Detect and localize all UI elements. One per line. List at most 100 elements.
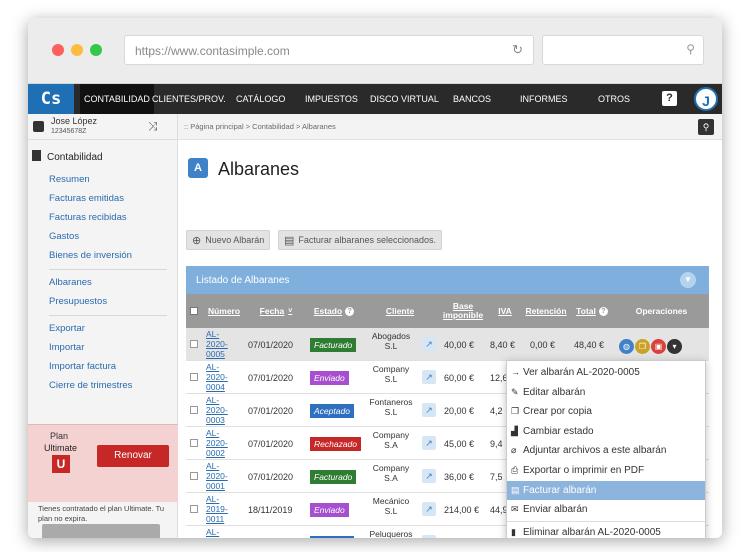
plus-circle-icon: ⊕ xyxy=(192,235,202,247)
url-text: https://www.contasimple.com xyxy=(135,44,290,58)
row-checkbox[interactable] xyxy=(190,505,198,513)
copy-icon[interactable]: ❐ xyxy=(635,339,650,354)
search-icon[interactable]: ⚲ xyxy=(698,119,714,135)
browser-search-field[interactable]: ⚲ xyxy=(542,35,704,65)
help-icon[interactable]: ? xyxy=(598,306,608,316)
nav-catalogo[interactable]: CATÁLOGO xyxy=(236,84,285,114)
sidebar-item-presupuestos[interactable]: Presupuestos xyxy=(49,296,107,307)
client-chart-icon[interactable]: ↗ xyxy=(422,403,436,417)
nav-impuestos[interactable]: IMPUESTOS xyxy=(305,84,358,114)
row-checkbox[interactable] xyxy=(190,472,198,480)
row-base: 60,00 € xyxy=(444,372,475,383)
row-checkbox[interactable] xyxy=(190,439,198,447)
renew-button[interactable]: Renovar xyxy=(97,445,169,467)
albaran-number-link[interactable]: AL- 2020- 0001 xyxy=(206,461,228,491)
sidebar-item-bienes-inversion[interactable]: Bienes de inversión xyxy=(49,250,132,261)
menu-item[interactable]: ✉ Enviar albarán xyxy=(507,500,705,520)
sidebar-item-gastos[interactable]: Gastos xyxy=(49,231,79,242)
sidebar-item-cierre-trimestres[interactable]: Cierre de trimestres xyxy=(49,380,132,391)
new-albaran-button[interactable]: ⊕ Nuevo Albarán xyxy=(186,230,271,250)
help-icon[interactable]: ? xyxy=(662,91,677,106)
menu-item[interactable]: ▟ Cambiar estado xyxy=(507,422,705,442)
row-checkbox[interactable] xyxy=(190,373,198,381)
client-chart-icon[interactable]: ↗ xyxy=(422,469,436,483)
chevron-down-icon[interactable]: ▼ xyxy=(680,272,696,288)
close-window-button[interactable] xyxy=(52,44,64,56)
chevron-down-icon[interactable]: ▾ xyxy=(667,339,682,354)
sidebar-item-exportar[interactable]: Exportar xyxy=(49,323,85,334)
nav-bancos[interactable]: BANCOS xyxy=(453,84,491,114)
print-icon: ⎙ xyxy=(511,465,519,475)
menu-item[interactable]: ✎ Editar albarán xyxy=(507,383,705,403)
status-badge: Facturado xyxy=(310,337,357,352)
sidebar-item-facturas-emitidas[interactable]: Facturas emitidas xyxy=(49,193,124,204)
sidebar-item-facturas-recibidas[interactable]: Facturas recibidas xyxy=(49,212,127,223)
menu-item[interactable]: ▤ Facturar albarán xyxy=(507,480,705,501)
row-checkbox[interactable] xyxy=(190,406,198,414)
sidebar-item-importar[interactable]: Importar xyxy=(49,342,84,353)
user-avatar[interactable]: J xyxy=(694,87,718,111)
invoice-icon: ▤ xyxy=(511,484,520,495)
menu-item-label: Adjuntar archivos a este albarán xyxy=(523,445,667,457)
pdf-icon[interactable]: ▣ xyxy=(651,339,666,354)
row-client[interactable]: Company S.A xyxy=(366,430,416,450)
row-client[interactable]: Abogados S.L xyxy=(366,331,416,351)
client-chart-icon[interactable]: ↗ xyxy=(422,337,436,351)
table-row[interactable]: AL- 2020- 0005 07/01/2020 Facturado Abogados S… xyxy=(186,328,709,361)
row-client[interactable]: Company S.L xyxy=(366,364,416,384)
albaran-number-link[interactable]: AL-2019 xyxy=(206,527,225,538)
help-icon[interactable]: ? xyxy=(345,306,355,316)
column-estado[interactable]: Estado? xyxy=(306,294,362,328)
albaran-number-link[interactable]: AL- 2020- 0005 xyxy=(206,329,228,359)
sidebar-heading: Contabilidad xyxy=(32,150,103,163)
column-numero[interactable]: Número xyxy=(202,294,246,328)
row-client[interactable]: Company S.A xyxy=(366,463,416,483)
menu-item[interactable]: ▮ Eliminar albarán AL-2020-0005 xyxy=(507,523,705,538)
sidebar-item-albaranes[interactable]: Albaranes xyxy=(49,277,92,288)
column-retencion[interactable]: Retención xyxy=(522,294,570,328)
column-cliente[interactable]: Cliente xyxy=(362,294,438,328)
menu-item-label: Facturar albarán xyxy=(523,484,597,496)
column-fecha[interactable]: Fecha ˅ xyxy=(246,294,306,328)
minimize-window-button[interactable] xyxy=(71,44,83,56)
column-total[interactable]: Total? xyxy=(570,294,614,328)
sidebar-item-resumen[interactable]: Resumen xyxy=(49,174,90,185)
paperclip-icon[interactable]: ◍ xyxy=(619,339,634,354)
row-client[interactable]: PeluquerosS.A xyxy=(366,529,416,538)
contasimple-logo[interactable]: Cs xyxy=(28,84,74,114)
menu-item[interactable]: → Ver albarán AL-2020-0005 xyxy=(507,363,705,383)
column-base[interactable]: Base imponible xyxy=(438,294,488,328)
column-iva[interactable]: IVA xyxy=(488,294,522,328)
sidebar-divider xyxy=(49,315,167,316)
address-bar[interactable]: https://www.contasimple.com ↻ xyxy=(124,35,534,65)
client-chart-icon[interactable]: ↗ xyxy=(422,502,436,516)
albaran-number-link[interactable]: AL- 2020- 0003 xyxy=(206,395,228,425)
menu-item[interactable]: ⌀ Adjuntar archivos a este albarán xyxy=(507,441,705,461)
status-badge: Aceptado xyxy=(310,535,354,538)
nav-disco-virtual[interactable]: DISCO VIRTUAL xyxy=(370,84,439,114)
invoice-selected-button[interactable]: ▤ Facturar albaranes seleccionados. xyxy=(278,230,442,250)
sidebar-item-importar-factura[interactable]: Importar factura xyxy=(49,361,116,372)
reload-icon[interactable]: ↻ xyxy=(512,42,523,58)
row-client[interactable]: Fontaneros S.L xyxy=(366,397,416,417)
select-all-checkbox[interactable] xyxy=(190,307,198,315)
nav-contabilidad[interactable]: CONTABILIDAD xyxy=(80,84,154,114)
client-chart-icon[interactable]: ↗ xyxy=(422,535,436,538)
albaran-number-link[interactable]: AL- 2020- 0004 xyxy=(206,362,228,392)
client-chart-icon[interactable]: ↗ xyxy=(422,436,436,450)
client-chart-icon[interactable]: ↗ xyxy=(422,370,436,384)
nav-informes[interactable]: INFORMES xyxy=(520,84,568,114)
switch-company-icon[interactable]: ⤨ xyxy=(148,119,158,134)
menu-item[interactable]: ⎙ Exportar o imprimir en PDF xyxy=(507,461,705,481)
sidebar-bottom-button[interactable] xyxy=(42,524,160,538)
albaran-number-link[interactable]: AL- 2019- 0011 xyxy=(206,494,228,524)
maximize-window-button[interactable] xyxy=(90,44,102,56)
row-client[interactable]: Mecánico S.L xyxy=(366,496,416,516)
albaran-number-link[interactable]: AL- 2020- 0002 xyxy=(206,428,228,458)
row-checkbox[interactable] xyxy=(190,340,198,348)
nav-otros[interactable]: OTROS xyxy=(598,84,630,114)
user-name: Jose López xyxy=(51,116,98,126)
breadcrumb[interactable]: :: Página principal > Contabilidad > Alb… xyxy=(184,122,336,131)
menu-item[interactable]: ❐ Crear por copia xyxy=(507,402,705,422)
nav-clientes[interactable]: CLIENTES/PROV. xyxy=(152,84,226,114)
